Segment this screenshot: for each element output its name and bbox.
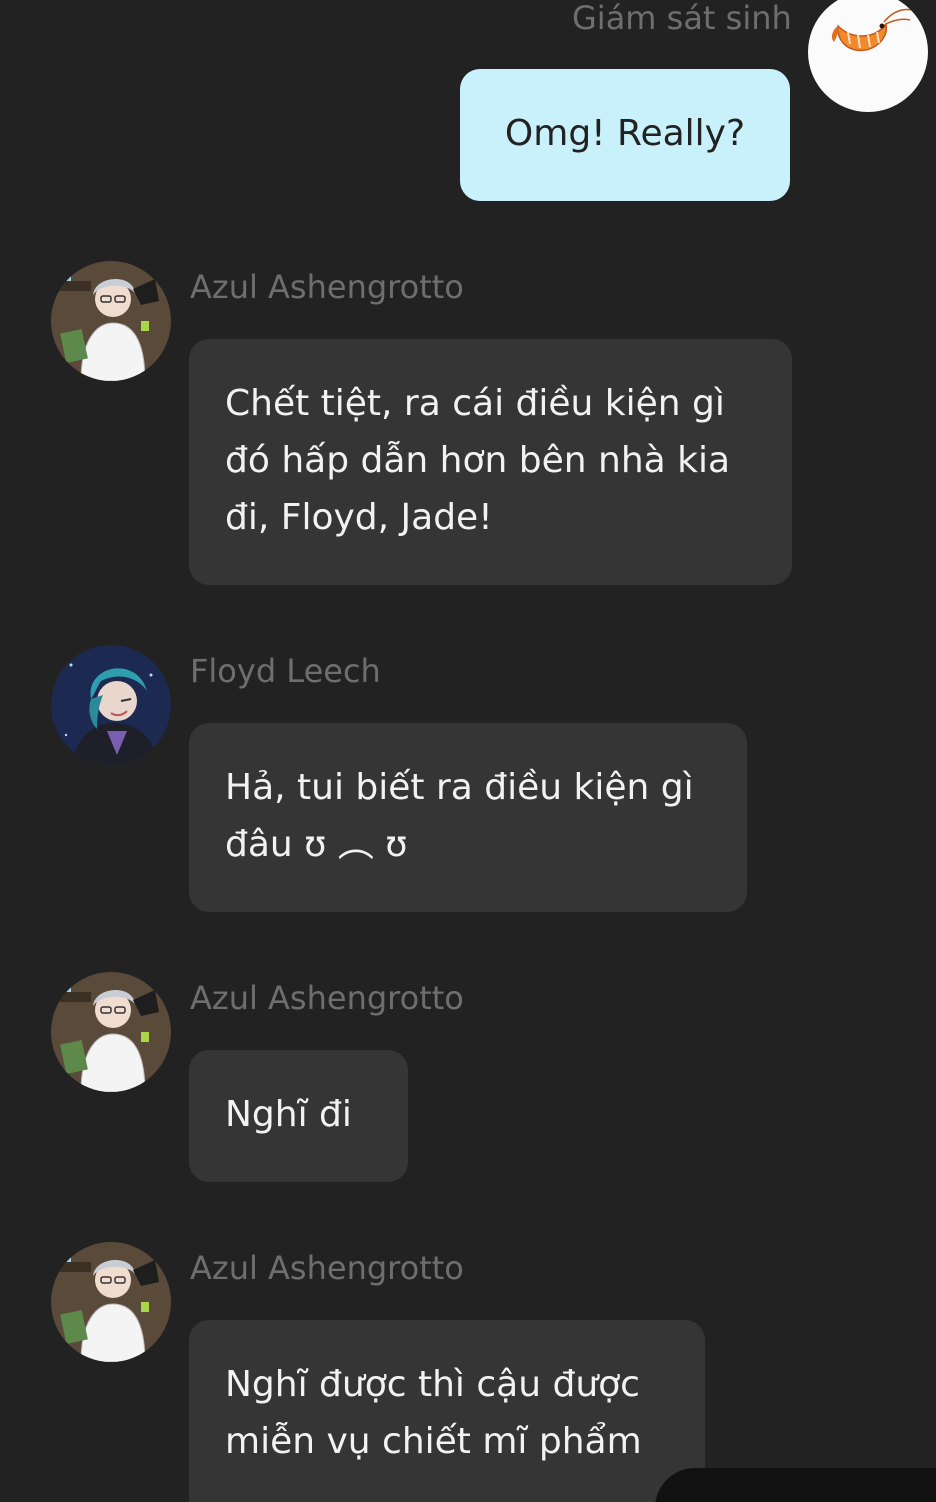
floating-action-pill[interactable] (655, 1468, 936, 1502)
azul-avatar[interactable] (51, 261, 171, 381)
floyd-avatar[interactable] (51, 645, 171, 765)
message-text-line: Nghĩ được thì cậu được (225, 1364, 640, 1405)
outgoing-message-bubble[interactable]: Omg! Really? (460, 69, 790, 201)
message-sender-name: Azul Ashengrotto (190, 979, 464, 1017)
azul-avatar[interactable] (51, 972, 171, 1092)
message-text-line: Chết tiệt, ra cái điều kiện gì (225, 383, 725, 424)
self-sender-name: Giám sát sinh (572, 0, 792, 37)
message-sender-name: Azul Ashengrotto (190, 268, 464, 306)
incoming-message-bubble[interactable]: Nghĩ được thì cậu được miễn vụ chiết mĩ … (189, 1320, 705, 1502)
shrimp-icon[interactable] (808, 0, 928, 112)
message-text-line: Nghĩ đi (225, 1094, 352, 1135)
message-sender-name: Azul Ashengrotto (190, 1249, 464, 1287)
message-text-line: đâu ʊ ︵ ʊ (225, 824, 408, 865)
message-text-line: đi, Floyd, Jade! (225, 497, 493, 538)
incoming-message-bubble[interactable]: Chết tiệt, ra cái điều kiện gì đó hấp dẫ… (189, 339, 792, 585)
chat-screen: Giám sát sinh Omg! Really? Azul Ashengro… (0, 0, 936, 1502)
message-sender-name: Floyd Leech (190, 652, 381, 690)
azul-avatar[interactable] (51, 1242, 171, 1362)
outgoing-message-text: Omg! Really? (504, 113, 746, 154)
message-text-line: Hả, tui biết ra điều kiện gì (225, 767, 694, 808)
incoming-message-bubble[interactable]: Hả, tui biết ra điều kiện gì đâu ʊ ︵ ʊ (189, 723, 747, 912)
message-text-line: đó hấp dẫn hơn bên nhà kia (225, 440, 731, 481)
message-text-line: miễn vụ chiết mĩ phẩm (225, 1421, 642, 1462)
incoming-message-bubble[interactable]: Nghĩ đi (189, 1050, 408, 1182)
